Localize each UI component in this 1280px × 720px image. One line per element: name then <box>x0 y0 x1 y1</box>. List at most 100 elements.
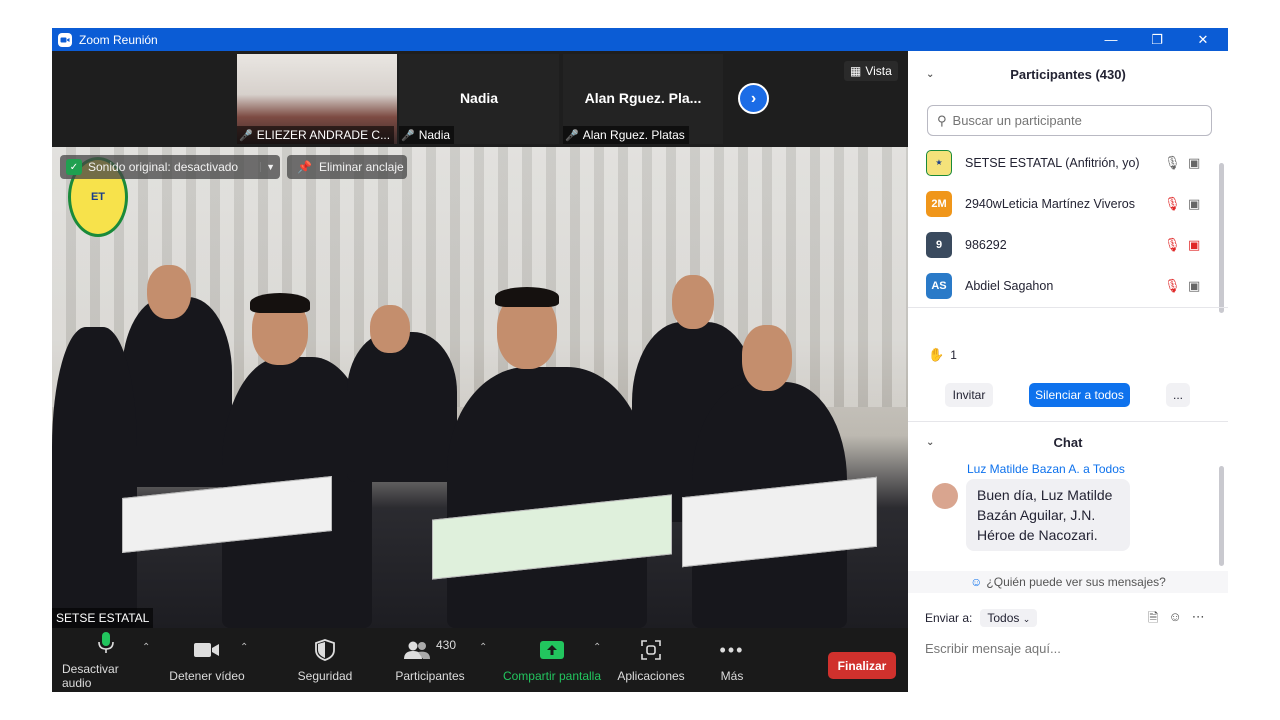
person-lock-icon: ☺ <box>970 575 983 589</box>
close-icon[interactable]: ✕ <box>1180 28 1226 51</box>
more-dots-icon[interactable]: ⋯ <box>1192 609 1205 631</box>
mic-muted-icon[interactable]: 🎙 <box>1164 196 1181 212</box>
participant-name: 986292 <box>965 237 1007 252</box>
participant-name: 2940wLeticia Martínez Viveros <box>965 196 1135 211</box>
mute-all-button[interactable]: Silenciar a todos <box>1029 383 1130 407</box>
message-sender: Luz Matilde Bazan A. a Todos <box>967 462 1125 476</box>
more-button[interactable]: ••• Más <box>712 628 752 692</box>
video-tile-nadia[interactable]: Nadia 🎤 Nadia <box>399 54 559 144</box>
original-sound-badge[interactable]: ✓ Sonido original: desactivado ▼ <box>60 155 280 179</box>
file-icon[interactable]: 🗎 <box>1148 609 1158 631</box>
video-tile-alan[interactable]: Alan Rguez. Pla... 🎤 Alan Rguez. Platas <box>563 54 723 144</box>
search-icon: ⚲ <box>937 112 947 128</box>
avatar: AS <box>926 272 952 299</box>
recipient-select[interactable]: Todos ⌄ <box>980 609 1038 627</box>
video-off-icon[interactable]: ▣ <box>1188 237 1200 253</box>
mute-audio-button[interactable]: Desactivar audio <box>62 628 150 692</box>
apps-icon <box>641 637 661 663</box>
send-to-label: Enviar a: <box>925 611 973 625</box>
zoom-window: Zoom Reunión — ❐ ✕ 🎤 ELIEZER ANDRADE C...… <box>52 28 1228 692</box>
video-camera-icon[interactable]: ▣ <box>1188 155 1200 171</box>
chat-message-input[interactable] <box>925 637 1215 659</box>
meeting-toolbar: Desactivar audio ⌃ Detener vídeo ⌃ Segur… <box>52 628 908 692</box>
audio-options-caret-icon[interactable]: ⌃ <box>142 642 150 653</box>
tile-name: Nadia <box>459 90 499 106</box>
more-dots-icon: ••• <box>719 639 745 660</box>
participant-row[interactable]: ★ SETSE ESTATAL (Anfitrión, yo) 🎙 ▣ <box>908 142 1218 183</box>
send-to-row: Enviar a: Todos ⌄ <box>925 607 1038 629</box>
reaction-count: 1 <box>950 348 957 362</box>
share-screen-icon <box>540 637 564 663</box>
video-tile-eliezer[interactable]: 🎤 ELIEZER ANDRADE C... <box>237 54 397 144</box>
video-options-caret-icon[interactable]: ⌃ <box>240 642 248 653</box>
musician-hair <box>495 287 559 307</box>
participants-count: 430 <box>435 638 457 652</box>
security-button[interactable]: Seguridad <box>290 628 360 692</box>
participant-row[interactable]: 2M 2940wLeticia Martínez Viveros 🎙 ▣ <box>908 183 1218 224</box>
participant-row[interactable]: 9 986292 🎙 ▣ <box>908 224 1218 265</box>
divider <box>908 307 1228 308</box>
participants-options-caret-icon[interactable]: ⌃ <box>479 642 487 653</box>
chat-scrollbar[interactable] <box>1219 466 1224 566</box>
next-page-icon[interactable]: › <box>738 83 769 114</box>
pin-icon: 📌 <box>297 160 312 174</box>
chevron-down-icon[interactable]: ⌄ <box>926 69 934 80</box>
side-panel: ⌄ Participantes (430) ⚲ ★ SETSE ESTATAL … <box>908 51 1228 692</box>
active-speaker-video: ET ✓ Sonido original: desactivado ▼ 📌 El… <box>52 147 908 628</box>
who-can-see-link[interactable]: ☺ ¿Quién puede ver sus mensajes? <box>908 571 1228 593</box>
video-area: 🎤 ELIEZER ANDRADE C... Nadia 🎤 Nadia Alan … <box>52 51 908 692</box>
participant-search[interactable]: ⚲ <box>927 105 1212 136</box>
chevron-down-icon[interactable]: ▼ <box>260 162 280 172</box>
musician <box>447 367 647 628</box>
chat-message: Buen día, Luz Matilde Bazán Aguilar, J.N… <box>966 479 1130 551</box>
participants-button[interactable]: 430 Participantes <box>390 628 470 692</box>
end-meeting-button[interactable]: Finalizar <box>828 652 896 679</box>
mic-muted-icon[interactable]: 🎙 <box>1164 237 1181 253</box>
video-camera-icon[interactable]: ▣ <box>1188 278 1200 294</box>
musician-head <box>742 325 792 391</box>
microphone-icon <box>98 630 114 656</box>
tile-name: Alan Rguez. Pla... <box>584 90 702 106</box>
mic-muted-icon[interactable]: 🎙 <box>1164 278 1181 294</box>
chevron-down-icon[interactable]: ⌄ <box>926 437 934 448</box>
share-options-caret-icon[interactable]: ⌃ <box>593 642 601 653</box>
participant-search-input[interactable] <box>952 113 1193 128</box>
restore-icon[interactable]: ❐ <box>1134 28 1180 51</box>
musician-head <box>370 305 410 353</box>
avatar: 9 <box>926 231 952 258</box>
reaction-row: ✋ 1 <box>928 347 957 363</box>
emoji-icon[interactable]: ☺ <box>1168 609 1181 631</box>
window-title: Zoom Reunión <box>79 32 158 47</box>
participant-name: Abdiel Sagahon <box>965 278 1054 293</box>
musician-head <box>672 275 714 329</box>
unpin-button[interactable]: 📌 Eliminar anclaje <box>287 155 407 179</box>
tile-caption: 🎤 Alan Rguez. Platas <box>563 126 689 144</box>
musician <box>52 327 137 628</box>
sender-avatar <box>932 483 958 509</box>
share-screen-button[interactable]: Compartir pantalla <box>500 628 604 692</box>
microphone-icon[interactable]: 🎙 <box>1164 155 1181 171</box>
participants-icon: 430 <box>403 637 457 663</box>
mic-off-icon: 🎤 <box>239 129 253 142</box>
participant-row[interactable]: AS Abdiel Sagahon 🎙 ▣ <box>908 265 1218 306</box>
title-bar: Zoom Reunión — ❐ ✕ <box>52 28 1228 51</box>
video-camera-icon[interactable]: ▣ <box>1188 196 1200 212</box>
participant-scrollbar[interactable] <box>1219 163 1224 313</box>
zoom-logo-icon <box>58 32 72 47</box>
stop-video-button[interactable]: Detener vídeo <box>164 628 250 692</box>
mic-off-icon: 🎤 <box>401 129 415 142</box>
more-options-button[interactable]: ... <box>1166 383 1190 407</box>
video-camera-icon <box>194 637 220 663</box>
chat-header: ⌄ Chat <box>926 434 1083 450</box>
divider <box>908 421 1228 422</box>
avatar: ★ <box>926 149 952 176</box>
invite-button[interactable]: Invitar <box>945 383 993 407</box>
tile-caption: 🎤 Nadia <box>399 126 455 144</box>
apps-button[interactable]: Aplicaciones <box>614 628 688 692</box>
minimize-icon[interactable]: — <box>1088 28 1134 51</box>
view-button[interactable]: ▦ Vista <box>844 61 898 81</box>
musician-hair <box>250 293 310 313</box>
mic-off-icon: 🎤 <box>565 129 579 142</box>
shield-check-icon: ✓ <box>66 159 82 175</box>
musician-head <box>147 265 191 319</box>
